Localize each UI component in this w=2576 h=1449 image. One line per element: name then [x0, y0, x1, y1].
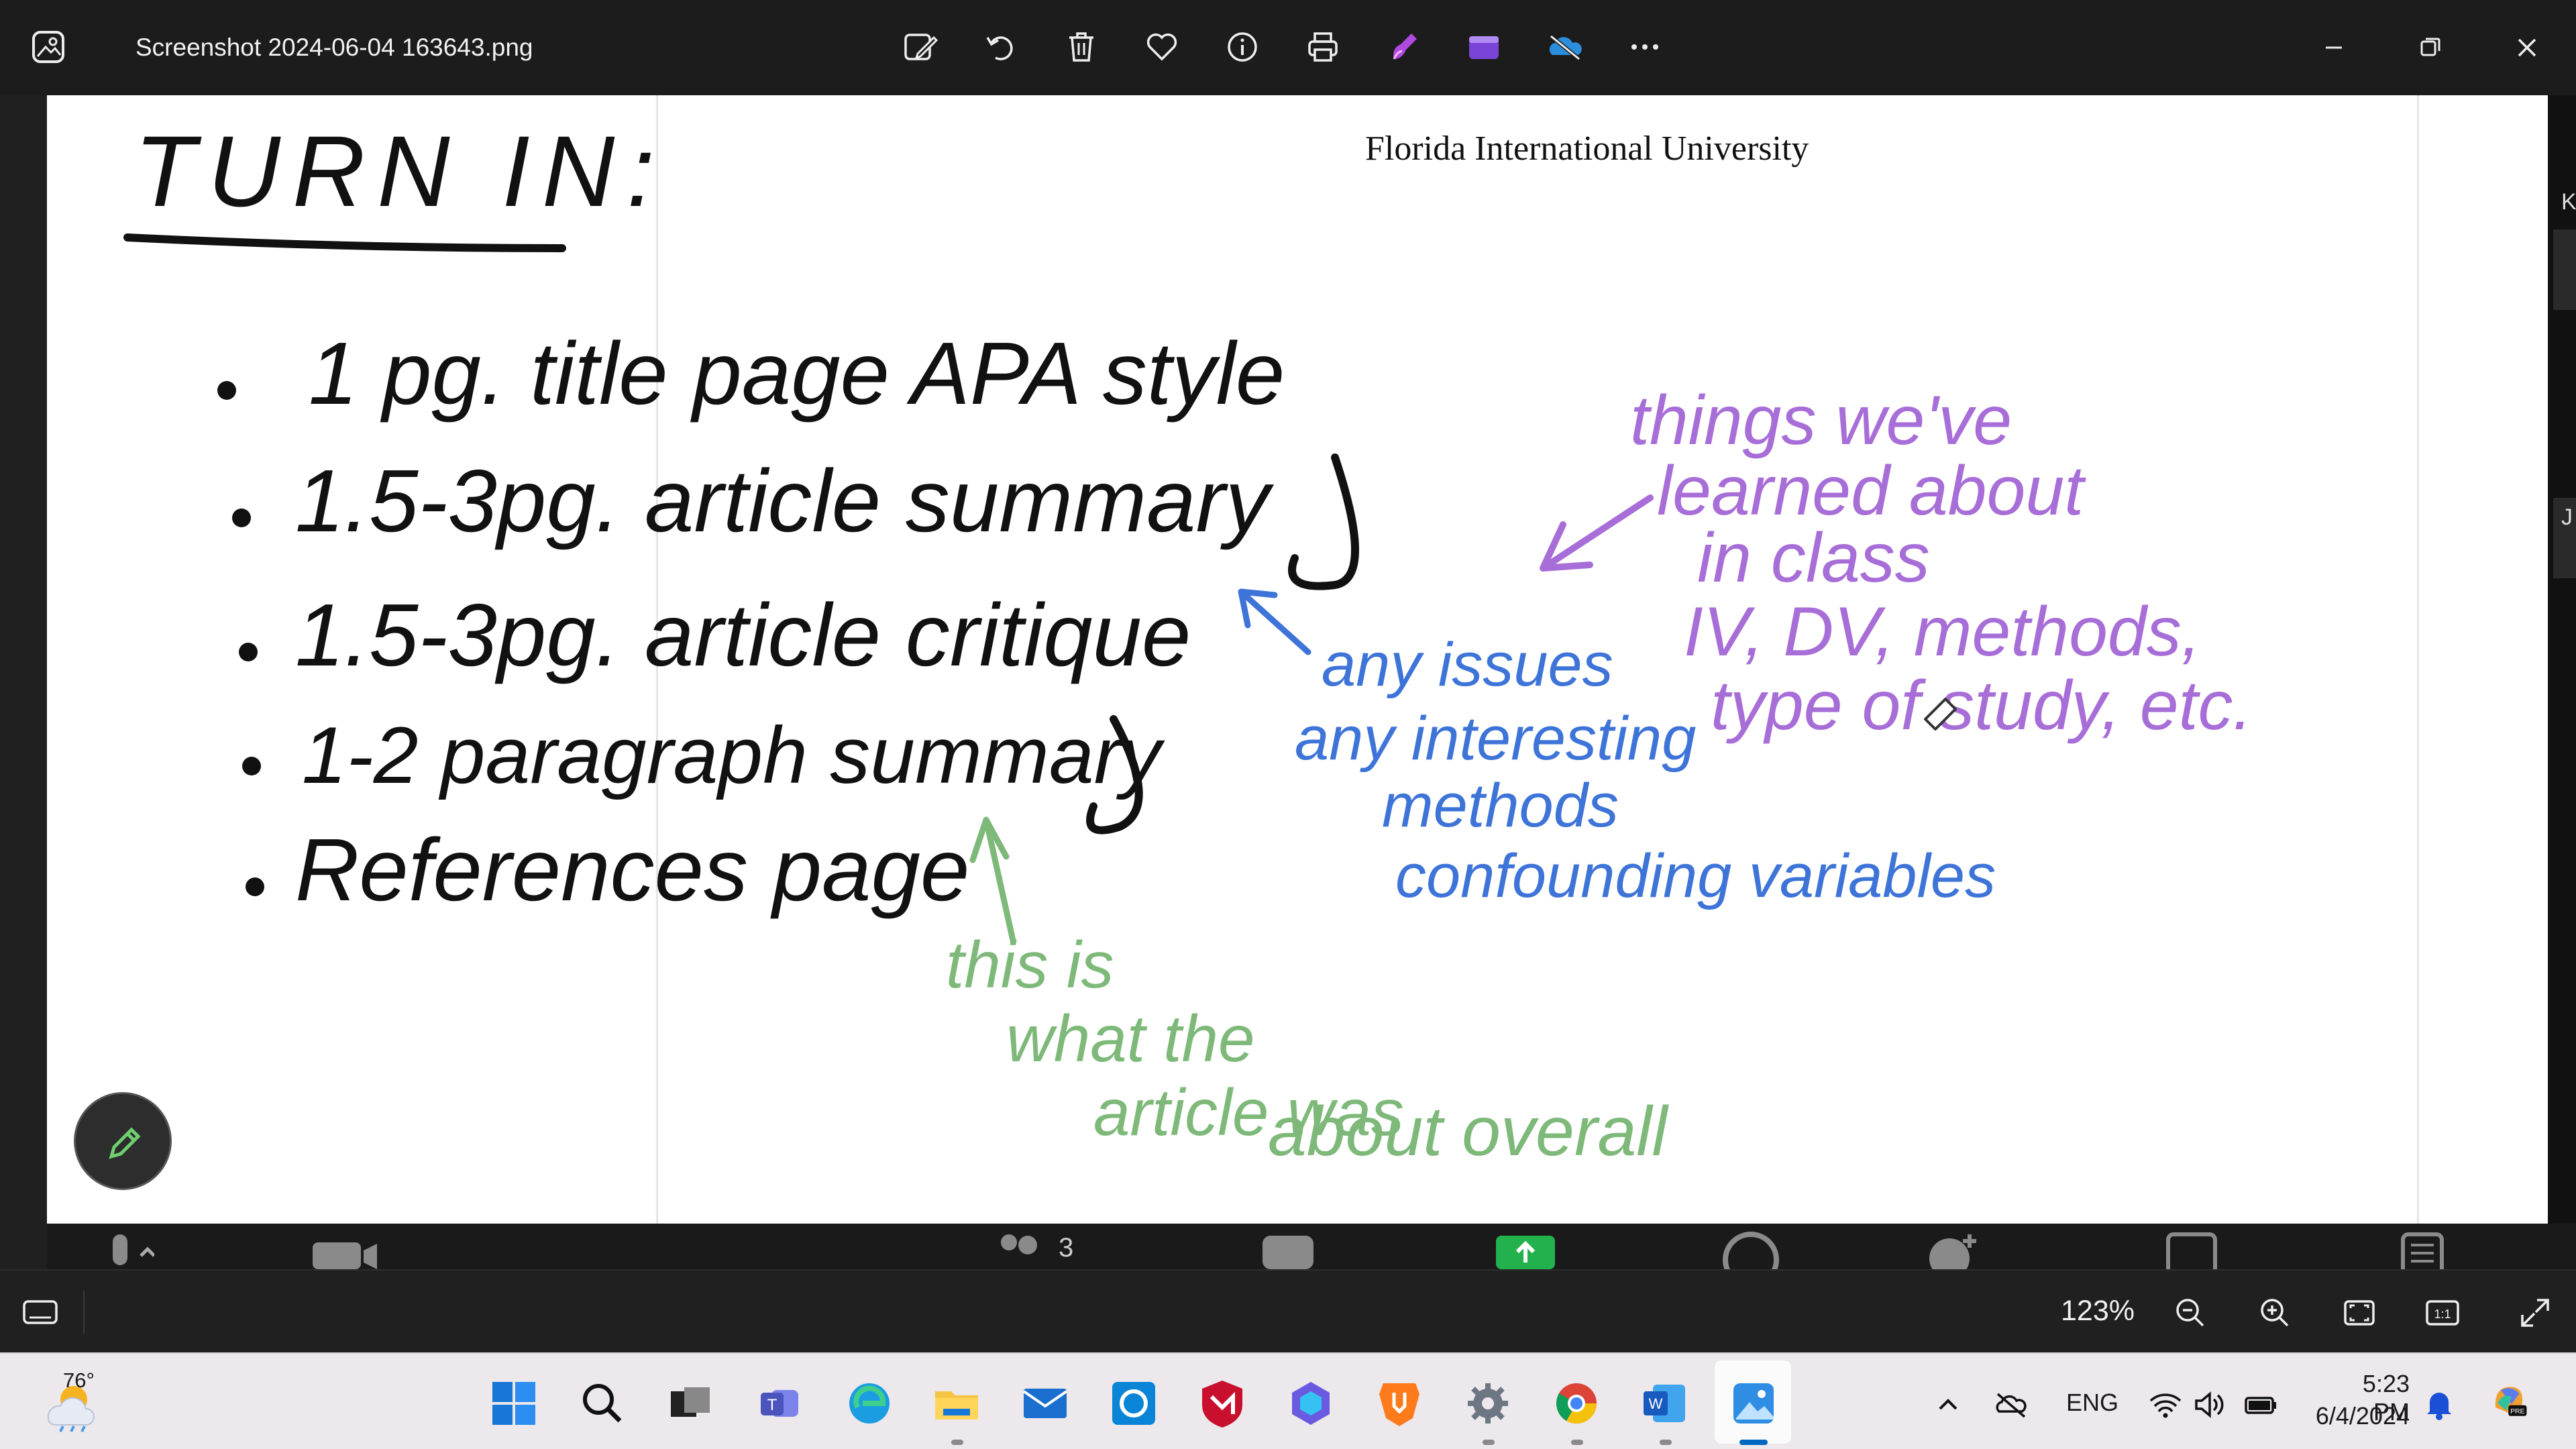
green-note-line-1: this is	[946, 928, 1114, 1002]
favorite-heart-icon[interactable]	[1143, 28, 1181, 66]
clipchamp-icon[interactable]	[1465, 28, 1503, 66]
more-options-icon[interactable]	[1626, 28, 1664, 66]
windows-start-icon[interactable]	[487, 1377, 541, 1430]
participant-initial: J	[2561, 504, 2573, 530]
chevron-up-icon[interactable]	[1929, 1386, 1967, 1424]
battery-icon[interactable]	[2242, 1386, 2279, 1424]
zoom-level[interactable]: 123%	[2061, 1295, 2135, 1328]
input-language[interactable]: ENG	[2066, 1389, 2118, 1417]
record-icon	[1723, 1232, 1779, 1269]
microphone-icon	[113, 1234, 154, 1265]
purple-note-line-2: learned about	[1657, 452, 2086, 530]
cortana-icon[interactable]	[1107, 1377, 1161, 1430]
chat-icon	[1263, 1236, 1313, 1269]
notification-bell-icon[interactable]	[2420, 1386, 2458, 1424]
participant-initial: K	[2561, 189, 2576, 215]
copilot-icon[interactable]	[1284, 1377, 1338, 1430]
svg-text:W: W	[1649, 1395, 1663, 1412]
word-icon[interactable]: W	[1638, 1377, 1692, 1430]
search-icon[interactable]	[576, 1377, 629, 1430]
item-2-text: 1.5-3pg. article summary	[295, 451, 1275, 550]
blue-note-line-4: confounding variables	[1395, 842, 1996, 910]
mail-icon[interactable]	[1018, 1377, 1072, 1430]
file-info-icon[interactable]	[1224, 28, 1261, 66]
blue-note-line-1: any issues	[1322, 631, 1613, 699]
item-1-text: 1 pg. title page APA style	[309, 324, 1285, 423]
windows-taskbar: 76° T W ENG 5:23 PM 6/4/2024 PRE	[0, 1352, 2576, 1449]
participant-count: 3	[1059, 1233, 1074, 1263]
divider	[83, 1291, 85, 1334]
rotate-icon[interactable]	[982, 28, 1020, 66]
edge-icon[interactable]	[843, 1377, 896, 1430]
reactions-icon	[1929, 1234, 1976, 1269]
zoom-out-icon[interactable]	[2172, 1295, 2208, 1331]
svg-text:PRE: PRE	[2510, 1408, 2524, 1415]
green-note-line-2: what the	[1006, 1002, 1254, 1075]
apps-icon	[2166, 1232, 2217, 1269]
fit-to-window-icon[interactable]	[2341, 1295, 2377, 1331]
volume-icon[interactable]	[2191, 1386, 2229, 1424]
item-5-text: References page	[295, 820, 969, 919]
edit-image-icon[interactable]	[902, 28, 939, 66]
actual-size-icon[interactable]: 1:1	[2424, 1295, 2461, 1331]
chrome-icon[interactable]	[1550, 1377, 1603, 1430]
delete-icon[interactable]	[1063, 28, 1100, 66]
purple-note-line-3: in class	[1697, 519, 1930, 597]
purple-note-line-4: IV, DV, methods,	[1684, 593, 2201, 671]
settings-gear-icon[interactable]	[1461, 1377, 1515, 1430]
filmstrip-icon[interactable]	[20, 1293, 60, 1331]
running-indicator	[1483, 1440, 1495, 1445]
svg-text:1:1: 1:1	[2434, 1307, 2451, 1321]
title-bar: Screenshot 2024-06-04 163643.png	[0, 0, 2576, 95]
minimize-icon[interactable]	[2316, 30, 2352, 66]
right-participant-strip: K J	[2548, 95, 2576, 1224]
restore-icon[interactable]	[2412, 30, 2449, 66]
clock-date[interactable]: 6/4/2024	[2297, 1402, 2410, 1430]
item-3-text: 1.5-3pg. article critique	[295, 586, 1191, 684]
blue-note-line-2: any interesting	[1295, 704, 1696, 773]
running-indicator	[951, 1440, 963, 1445]
copilot-preview-icon[interactable]: PRE	[2490, 1381, 2537, 1428]
wifi-icon[interactable]	[2147, 1386, 2184, 1424]
zoom-in-icon[interactable]	[2257, 1295, 2293, 1331]
running-indicator	[1571, 1440, 1583, 1445]
fullscreen-icon[interactable]	[2517, 1295, 2553, 1331]
green-note-line-4: about overall	[1268, 1093, 1669, 1171]
video-camera-icon	[313, 1242, 377, 1269]
share-screen-icon	[1496, 1236, 1555, 1269]
participants-icon	[1001, 1234, 1037, 1254]
file-explorer-icon[interactable]	[930, 1377, 983, 1430]
window-title: Screenshot 2024-06-04 163643.png	[136, 34, 533, 61]
teams-icon[interactable]: T	[754, 1377, 808, 1430]
designer-icon[interactable]	[1385, 28, 1422, 66]
participant-tile	[2553, 229, 2576, 310]
meeting-toolbar: 3	[47, 1224, 2576, 1269]
photos-bottom-bar: 123% 1:1	[0, 1269, 2576, 1352]
handwriting-layer: TURN IN: 1 pg. title page APA style 1.5-…	[123, 115, 2252, 1171]
photos-app-icon	[31, 30, 66, 64]
photos-app-taskbar-icon[interactable]	[1727, 1377, 1780, 1430]
image-viewer: Florida International University TURN IN…	[0, 95, 2576, 1269]
onedrive-offline-icon[interactable]	[1992, 1386, 2030, 1424]
mcafee-icon[interactable]	[1195, 1377, 1249, 1430]
task-view-icon[interactable]	[664, 1377, 718, 1430]
heading-text: TURN IN:	[134, 115, 667, 227]
purple-note-line-5: type of study, etc.	[1711, 667, 2252, 745]
pen-tool-button[interactable]	[74, 1092, 172, 1190]
screenshot-image: Florida International University TURN IN…	[47, 95, 2576, 1224]
whiteboards-icon	[2401, 1232, 2444, 1269]
blue-note-line-3: methods	[1382, 771, 1619, 840]
print-icon[interactable]	[1304, 28, 1342, 66]
brave-icon[interactable]	[1373, 1377, 1426, 1430]
running-indicator	[1660, 1440, 1672, 1445]
active-running-indicator	[1739, 1440, 1768, 1445]
weather-temperature: 76°	[63, 1368, 95, 1392]
svg-text:T: T	[767, 1396, 777, 1414]
onedrive-icon[interactable]	[1546, 28, 1583, 66]
item-4-text: 1-2 paragraph summary	[302, 710, 1166, 800]
purple-note-line-1: things we've	[1630, 382, 2012, 460]
close-icon[interactable]	[2509, 30, 2545, 66]
